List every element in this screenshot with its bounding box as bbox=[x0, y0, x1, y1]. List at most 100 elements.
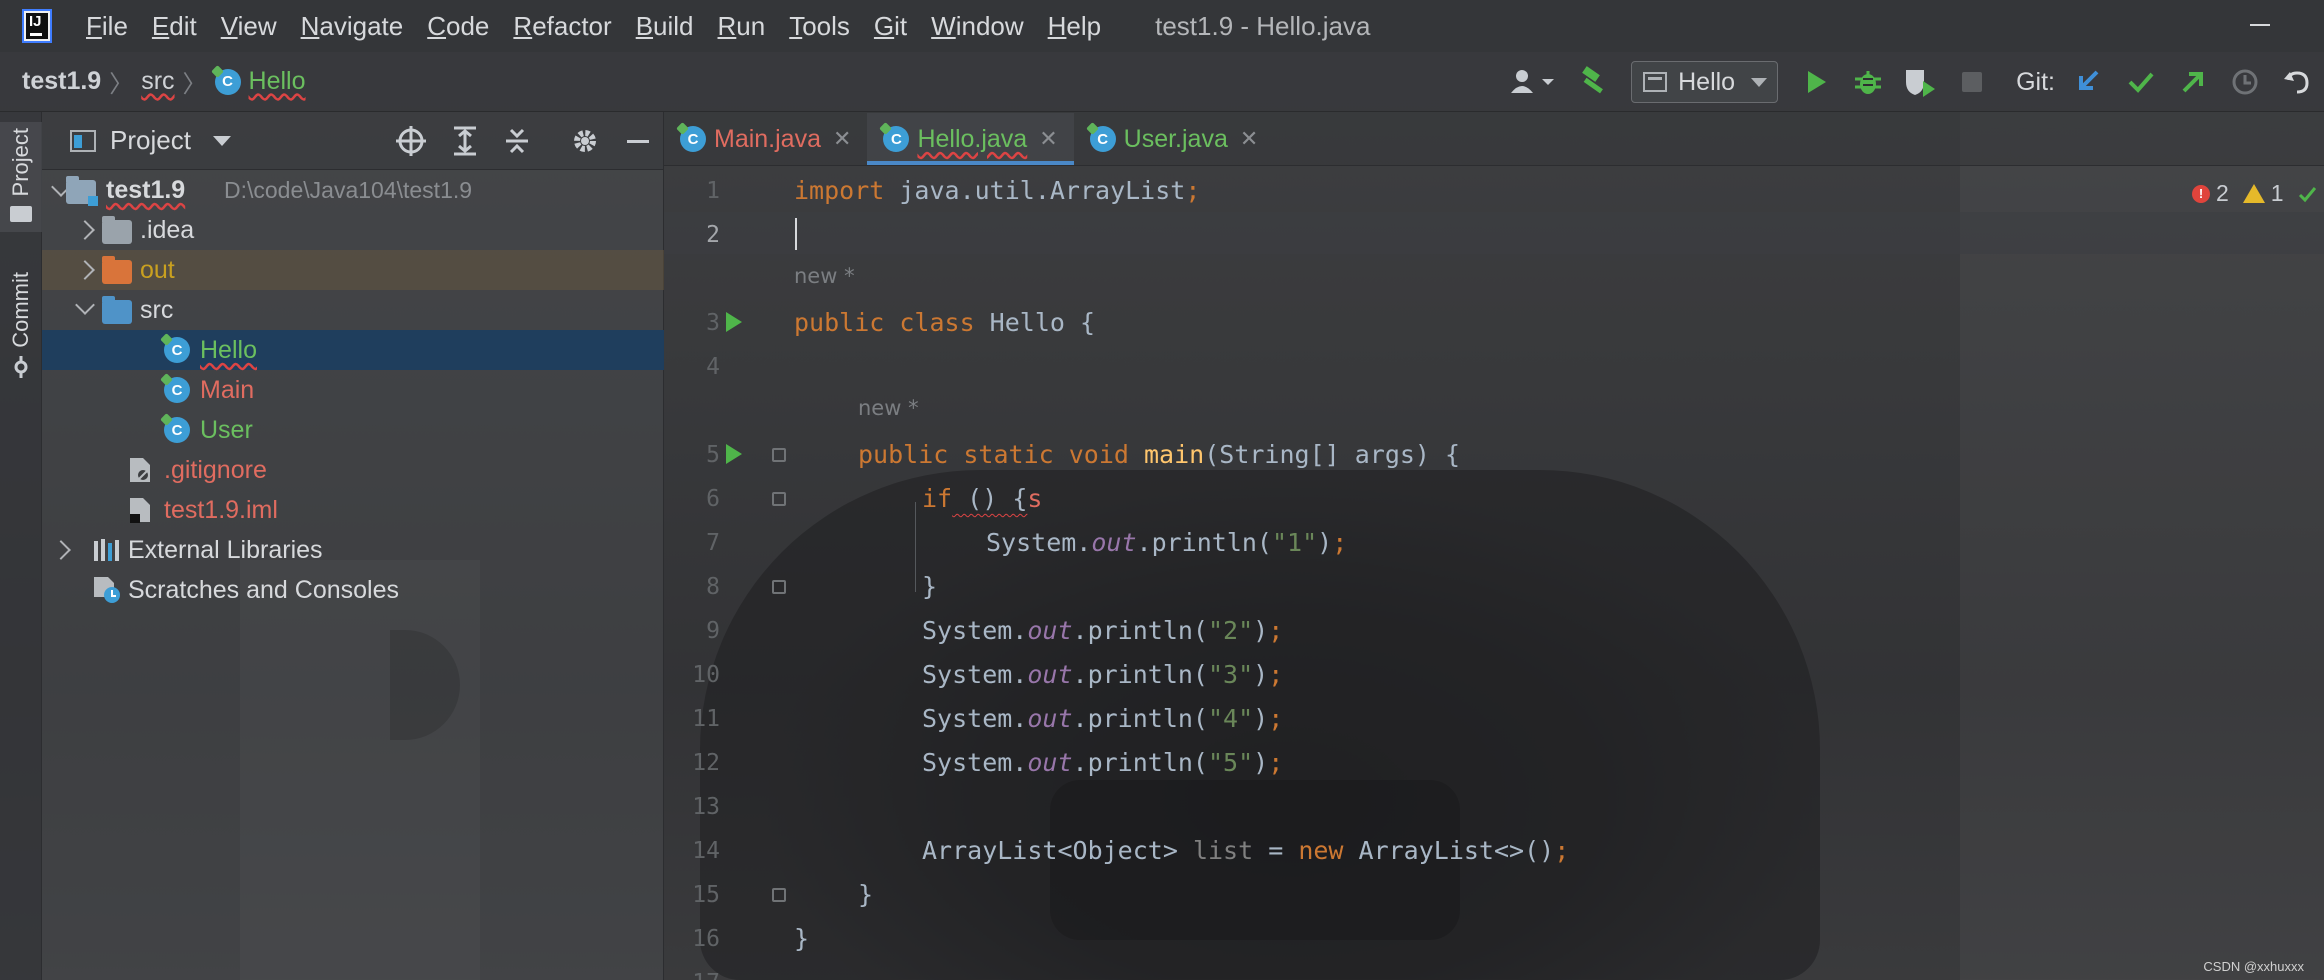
error-count: 2 bbox=[2216, 180, 2229, 206]
code-line-12[interactable]: System.out.println("5"); bbox=[922, 748, 1283, 777]
menu-tools[interactable]: Tools bbox=[789, 11, 850, 42]
tree-row-hello[interactable]: C Hello bbox=[42, 330, 664, 370]
code-token: out bbox=[1091, 528, 1137, 557]
minimize-icon[interactable] bbox=[2250, 24, 2270, 26]
project-panel-title[interactable]: Project bbox=[110, 125, 191, 156]
tree-row-src[interactable]: src bbox=[42, 290, 664, 330]
run-gutter-icon[interactable] bbox=[726, 312, 742, 332]
git-push-icon[interactable] bbox=[2176, 65, 2210, 99]
close-icon[interactable]: ✕ bbox=[1240, 126, 1258, 152]
menu-git[interactable]: Git bbox=[874, 11, 907, 42]
module-file-icon bbox=[130, 498, 150, 523]
line-number: 6 bbox=[706, 486, 720, 512]
line-number: 2 bbox=[706, 222, 720, 248]
tab-user-java[interactable]: C User.java ✕ bbox=[1074, 113, 1275, 165]
tree-row-user[interactable]: C User bbox=[42, 410, 664, 450]
project-panel: Project test1.9 D:\code\Java104\test1.9 … bbox=[42, 112, 664, 980]
menu-file[interactable]: File bbox=[86, 11, 128, 42]
code-line-14[interactable]: ArrayList<Object> list = new ArrayList<>… bbox=[922, 836, 1569, 865]
project-tool-tab[interactable]: Project bbox=[0, 122, 42, 233]
menu-view[interactable]: View bbox=[221, 11, 277, 42]
breadcrumb-separator-icon: 〉 bbox=[182, 70, 207, 98]
breadcrumb-separator-icon: 〉 bbox=[109, 70, 134, 98]
code-line-6[interactable]: if () {s bbox=[922, 484, 1042, 513]
code-line-1[interactable]: import java.util.ArrayList; bbox=[794, 176, 1200, 205]
menu-help[interactable]: Help bbox=[1048, 11, 1101, 42]
close-icon[interactable]: ✕ bbox=[833, 126, 851, 152]
rollback-icon[interactable] bbox=[2280, 65, 2314, 99]
tree-row-gitignore[interactable]: .gitignore bbox=[42, 450, 664, 490]
tab-hello-java[interactable]: C Hello.java ✕ bbox=[867, 113, 1074, 165]
expand-all-icon[interactable] bbox=[452, 126, 478, 156]
code-line-7[interactable]: System.out.println("1"); bbox=[986, 528, 1347, 557]
gear-icon[interactable] bbox=[570, 126, 600, 156]
breadcrumb-folder[interactable]: src bbox=[141, 67, 174, 96]
tab-main-java-label: Main.java bbox=[714, 124, 821, 153]
user-icon[interactable] bbox=[1506, 65, 1558, 99]
debug-icon[interactable] bbox=[1851, 65, 1885, 99]
tree-label-iml: test1.9.iml bbox=[164, 495, 278, 524]
fold-icon[interactable] bbox=[772, 448, 786, 462]
code-token: import bbox=[794, 176, 885, 205]
tree-label-user: User bbox=[200, 415, 253, 444]
ignore-file-icon bbox=[130, 458, 150, 482]
chevron-right-icon bbox=[75, 220, 95, 240]
code-line-3[interactable]: public class Hello { bbox=[794, 308, 1095, 337]
menu-build[interactable]: Build bbox=[636, 11, 694, 42]
fold-icon[interactable] bbox=[772, 888, 786, 902]
code-line-15[interactable]: } bbox=[858, 880, 873, 909]
intellij-logo-icon: IJ bbox=[24, 11, 50, 41]
code-token: ; bbox=[1185, 176, 1201, 205]
run-gutter-icon[interactable] bbox=[726, 444, 742, 464]
menu-run[interactable]: Run bbox=[718, 11, 766, 42]
tree-label-hello: Hello bbox=[200, 335, 257, 364]
chevron-down-icon bbox=[75, 295, 95, 315]
view-mode-chevron-icon[interactable] bbox=[212, 135, 231, 146]
menu-code[interactable]: Code bbox=[427, 11, 489, 42]
stop-icon[interactable] bbox=[1955, 65, 1989, 99]
fold-icon[interactable] bbox=[772, 580, 786, 594]
code-token: ; bbox=[1332, 528, 1348, 557]
tree-row-iml[interactable]: test1.9.iml bbox=[42, 490, 664, 530]
tree-row-scratches[interactable]: Scratches and Consoles bbox=[42, 570, 664, 610]
code-line-10[interactable]: System.out.println("3"); bbox=[922, 660, 1283, 689]
close-icon[interactable]: ✕ bbox=[1039, 126, 1057, 152]
git-update-icon[interactable] bbox=[2072, 65, 2106, 99]
build-hammer-icon[interactable] bbox=[1576, 65, 1610, 99]
fold-icon[interactable] bbox=[772, 492, 786, 506]
editor-tab-bar: C Main.java ✕ C Hello.java ✕ C User.java… bbox=[664, 112, 2324, 166]
code-line-11[interactable]: System.out.println("4"); bbox=[922, 704, 1283, 733]
commit-tool-tab[interactable]: Commit bbox=[0, 272, 42, 378]
locate-file-icon[interactable] bbox=[396, 125, 426, 156]
tree-row-out[interactable]: out bbox=[42, 250, 664, 290]
code-line-9[interactable]: System.out.println("2"); bbox=[922, 616, 1283, 645]
tree-row-main[interactable]: C Main bbox=[42, 370, 664, 410]
coverage-icon[interactable] bbox=[1903, 65, 1937, 99]
line-number: 13 bbox=[692, 794, 720, 820]
check-icon bbox=[2298, 186, 2316, 202]
history-icon[interactable] bbox=[2228, 65, 2262, 99]
git-commit-icon[interactable] bbox=[2124, 65, 2158, 99]
menu-refactor[interactable]: Refactor bbox=[513, 11, 611, 42]
tab-main-java[interactable]: C Main.java ✕ bbox=[664, 113, 867, 165]
breadcrumb-file[interactable]: C Hello bbox=[214, 67, 306, 96]
code-line-16[interactable]: } bbox=[794, 924, 809, 953]
menu-window[interactable]: Window bbox=[931, 11, 1023, 42]
run-configuration-select[interactable]: Hello bbox=[1631, 61, 1779, 103]
code-line-8[interactable]: } bbox=[922, 572, 937, 601]
commit-icon bbox=[14, 355, 28, 378]
collapse-all-icon[interactable] bbox=[504, 126, 530, 156]
code-token: public static void bbox=[858, 440, 1129, 469]
run-icon[interactable] bbox=[1799, 65, 1833, 99]
code-line-5[interactable]: public static void main(String[] args) { bbox=[858, 440, 1460, 469]
tree-row-project-root[interactable]: test1.9 D:\code\Java104\test1.9 bbox=[42, 170, 664, 210]
menu-navigate[interactable]: Navigate bbox=[301, 11, 404, 42]
tree-row-external-libraries[interactable]: External Libraries bbox=[42, 530, 664, 570]
inspection-widget[interactable]: ! 2 1 bbox=[2192, 180, 2316, 207]
breadcrumb-project[interactable]: test1.9 bbox=[22, 67, 101, 96]
code-token: .println( bbox=[1072, 616, 1208, 645]
menu-edit[interactable]: Edit bbox=[152, 11, 197, 42]
left-tool-strip: Project Commit bbox=[0, 112, 42, 980]
hide-panel-icon[interactable] bbox=[627, 140, 649, 143]
tree-row-idea[interactable]: .idea bbox=[42, 210, 664, 250]
